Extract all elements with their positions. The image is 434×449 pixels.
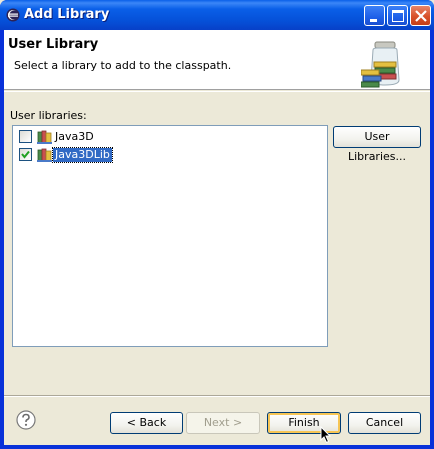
library-jar-icon [361,41,400,88]
page-description: Select a library to add to the classpath… [14,59,232,72]
help-icon[interactable] [16,410,36,430]
library-icon [37,130,52,144]
dialog-body: User Library Select a library to add to … [4,30,430,445]
user-libraries-label: User libraries: [10,109,87,122]
java3d-checkbox[interactable] [19,130,32,143]
maximize-icon [392,10,404,22]
page-title: User Library [8,37,99,52]
next-button[interactable]: Next > [186,412,260,434]
window-title: Add Library [24,7,110,22]
wizard-header: User Library Select a library to add to … [4,30,430,90]
footer-separator-highlight [4,396,430,397]
java3dlib-checkbox[interactable] [19,148,32,161]
list-item-label: Java3D [55,130,94,143]
header-separator [4,91,430,92]
user-libraries-list[interactable]: Java3D Java3DLib [12,125,328,347]
list-item-label: Java3DLib [52,147,113,163]
title-bar[interactable]: Add Library [0,0,434,30]
cancel-button[interactable]: Cancel [348,412,421,434]
close-button[interactable] [410,5,431,26]
list-item-java3d[interactable]: Java3D [13,128,313,146]
user-libraries-button[interactable]: User Libraries... [333,126,421,163]
library-icon [37,148,52,162]
minimize-icon [370,19,377,22]
add-library-window: Add Library User Library Select a librar… [0,0,434,449]
back-button[interactable]: < Back [110,412,183,434]
close-icon [415,10,427,22]
list-item-java3dlib[interactable]: Java3DLib [13,146,313,164]
maximize-button[interactable] [387,5,408,26]
checkmark-icon [21,150,30,159]
eclipse-icon [6,8,20,22]
mouse-pointer-icon [320,426,332,444]
minimize-button[interactable] [364,5,385,26]
